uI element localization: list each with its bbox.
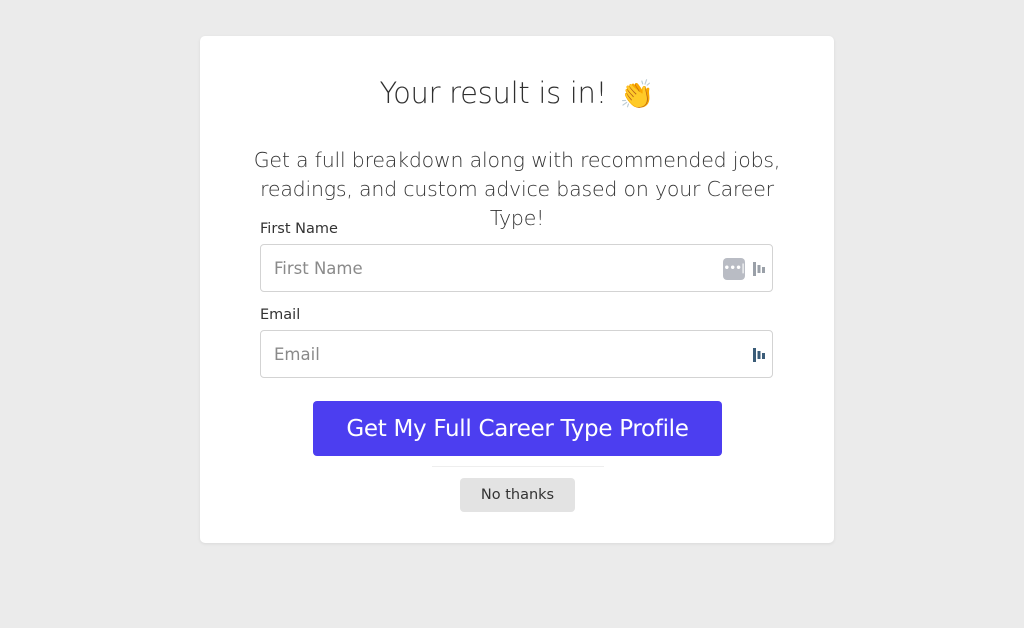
autofill-extension-icon[interactable] bbox=[752, 259, 766, 279]
first-name-label: First Name bbox=[260, 221, 338, 237]
password-dots-icon[interactable]: •••| bbox=[723, 258, 745, 280]
email-label: Email bbox=[260, 307, 301, 323]
result-modal: Your result is in! 👏 Get a full breakdow… bbox=[200, 36, 834, 543]
modal-title: Your result is in! 👏 bbox=[200, 76, 834, 111]
modal-title-text: Your result is in! bbox=[379, 76, 608, 110]
divider bbox=[432, 466, 604, 467]
get-full-profile-button[interactable]: Get My Full Career Type Profile bbox=[313, 401, 722, 456]
modal-subtitle: Get a full breakdown along with recommen… bbox=[253, 148, 781, 230]
first-name-field-wrapper: •••| bbox=[260, 244, 773, 292]
clapping-hands-icon: 👏 bbox=[619, 78, 655, 111]
first-name-input[interactable] bbox=[261, 245, 701, 291]
autofill-extension-icon[interactable] bbox=[752, 345, 766, 365]
email-field-wrapper bbox=[260, 330, 773, 378]
email-input[interactable] bbox=[261, 331, 701, 377]
no-thanks-button[interactable]: No thanks bbox=[460, 478, 575, 512]
